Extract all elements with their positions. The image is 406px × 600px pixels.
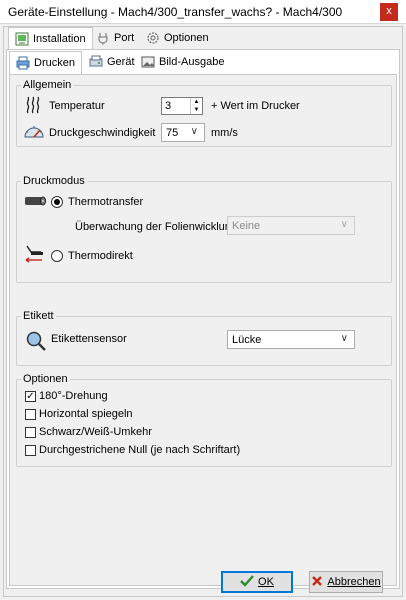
device-icon (89, 55, 103, 69)
invert-colors-label: Schwarz/Weiß-Umkehr (39, 426, 152, 438)
group-allgemein: Allgemein Temperatur 3 ▲ ▼ + Wert im Dru… (16, 79, 392, 147)
tab-label: Gerät (107, 56, 135, 68)
checkmark-icon (240, 574, 254, 590)
ribbon-monitor-label: Überwachung der Folienwicklung (75, 221, 238, 233)
dialog-window: Installation Port Optionen Drucken Gerät… (3, 26, 403, 597)
stepper-down-icon[interactable]: ▼ (191, 106, 202, 114)
tab-label: Drucken (34, 57, 75, 69)
ok-label: OK (258, 576, 274, 588)
label-sensor-select[interactable]: Lücke ∨ (227, 330, 355, 349)
thermotransfer-label: Thermotransfer (68, 196, 144, 208)
group-optionen: Optionen ✓ 180°-Drehung Horizontal spieg… (16, 373, 392, 467)
thermodirekt-radio[interactable] (51, 250, 63, 262)
installation-icon (15, 32, 29, 46)
image-output-icon (141, 55, 155, 69)
cancel-x-icon (311, 575, 323, 590)
drucken-panel: Allgemein Temperatur 3 ▲ ▼ + Wert im Dru… (9, 74, 397, 586)
temperature-value: 3 (165, 100, 172, 112)
speed-value: 75 (166, 127, 179, 139)
cancel-label: Abbrechen (327, 576, 381, 588)
thermotransfer-radio[interactable] (51, 196, 63, 208)
thermal-direct-icon (23, 244, 47, 267)
thermodirekt-label: Thermodirekt (68, 250, 133, 262)
stepper-arrows[interactable]: ▲ ▼ (190, 98, 202, 114)
speedometer-icon (23, 122, 45, 143)
close-icon: x (386, 5, 392, 17)
top-tab-bar: Installation Port Optionen (6, 27, 402, 50)
temperature-stepper[interactable]: 3 ▲ ▼ (161, 97, 203, 115)
options-gear-icon (146, 31, 160, 45)
ribbon-monitor-value: Keine (232, 220, 261, 232)
group-legend: Druckmodus (21, 175, 87, 187)
tab-label: Port (114, 32, 135, 44)
title-bar: Geräte-Einstellung - Mach4/300_transfer_… (0, 0, 406, 24)
ribbon-monitor-select[interactable]: Keine ∨ (227, 216, 355, 235)
group-druckmodus: Druckmodus Thermotransfer Überwachung de… (16, 175, 392, 283)
tab-bild-ausgabe[interactable]: Bild-Ausgabe (135, 51, 230, 73)
temperature-suffix: + Wert im Drucker (211, 100, 300, 112)
speed-select[interactable]: 75 ∨ (161, 123, 205, 142)
group-etikett: Etikett Etikettensensor Lücke ∨ (16, 310, 392, 366)
tab-drucken[interactable]: Drucken (9, 51, 82, 74)
speed-label: Druckgeschwindigkeit (49, 127, 156, 139)
tab-label: Optionen (164, 32, 209, 44)
chevron-down-icon: ∨ (340, 219, 348, 230)
sub-tab-bar: Drucken Gerät Bild-Ausgabe (9, 51, 399, 74)
rotate-180-checkbox[interactable]: ✓ (25, 391, 36, 402)
group-legend: Etikett (21, 310, 56, 322)
port-icon (96, 31, 110, 45)
tab-optionen[interactable]: Optionen (140, 27, 215, 49)
mirror-horizontal-label: Horizontal spiegeln (39, 408, 133, 420)
label-sensor-icon (25, 330, 47, 355)
tab-label: Installation (33, 33, 86, 45)
ribbon-roll-icon (24, 195, 46, 210)
mirror-horizontal-checkbox[interactable] (25, 409, 36, 420)
chevron-down-icon: ∨ (340, 333, 348, 344)
stepper-up-icon[interactable]: ▲ (191, 98, 202, 106)
rotate-180-label: 180°-Drehung (39, 390, 108, 402)
slashed-zero-label: Durchgestrichene Null (je nach Schriftar… (39, 444, 241, 456)
installation-panel: Drucken Gerät Bild-Ausgabe Allgemein Tem… (6, 49, 400, 589)
slashed-zero-checkbox[interactable] (25, 445, 36, 456)
group-legend: Allgemein (21, 79, 74, 91)
tab-label: Bild-Ausgabe (159, 56, 225, 68)
label-sensor-label: Etikettensensor (51, 333, 127, 345)
printer-icon (16, 56, 30, 70)
close-button[interactable]: x (380, 3, 398, 21)
temperature-label: Temperatur (49, 100, 105, 112)
label-sensor-value: Lücke (232, 334, 262, 346)
tab-port[interactable]: Port (90, 27, 140, 49)
tab-geraet[interactable]: Gerät (83, 51, 141, 73)
speed-unit: mm/s (211, 127, 238, 139)
invert-colors-checkbox[interactable] (25, 427, 36, 438)
chevron-down-icon: ∨ (190, 126, 198, 137)
temperature-icon (25, 95, 45, 118)
tab-installation[interactable]: Installation (8, 27, 93, 50)
cancel-button[interactable]: Abbrechen (309, 571, 383, 593)
ok-button[interactable]: OK (221, 571, 293, 593)
window-title: Geräte-Einstellung - Mach4/300_transfer_… (8, 5, 343, 19)
group-legend: Optionen (21, 373, 70, 385)
